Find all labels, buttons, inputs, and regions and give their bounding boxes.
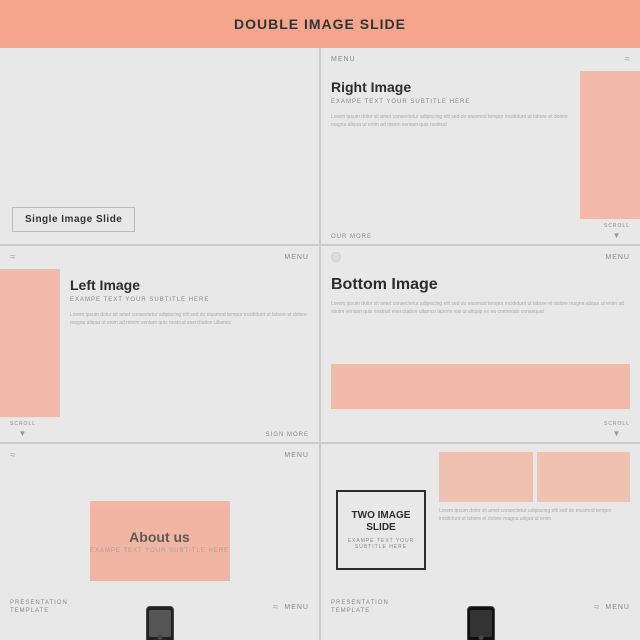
slide2-content: Right Image EXAMPE TEXT YOUR SUBTITLE HE… (321, 71, 640, 219)
slide4-scroll-label: SCROLL (604, 421, 630, 427)
slide-right-image: MENU ≈ Right Image EXAMPE TEXT YOUR SUBT… (321, 48, 640, 244)
slide4-title: Bottom Image (331, 276, 630, 294)
phone-screen-left (149, 610, 171, 637)
slide5-title: About us (129, 529, 190, 545)
slide3-menu-text: MENU (284, 254, 309, 261)
single-image-label: Single Image Slide (12, 207, 135, 232)
slide3-nav: ≈ MENU (0, 246, 319, 269)
slide3-scroll: SCROLL ▼ (10, 421, 36, 438)
bottom-left-menu: MENU (284, 604, 309, 611)
slide3-subtitle: EXAMPE TEXT YOUR SUBTITLE HERE (70, 297, 309, 303)
phone-home-left (157, 635, 162, 640)
bottom-left-label: PRESENTATION TEMPLATE (10, 600, 68, 616)
slide3-link[interactable]: SIGN MORE (266, 432, 309, 438)
phone-screen-right (470, 610, 492, 637)
slide6-body: Lorem ipsum dolor sit amet consectetur a… (439, 508, 630, 523)
slide2-link[interactable]: OUR MORE (331, 234, 372, 240)
slide4-scroll-arrow: ▼ (613, 429, 622, 438)
bottom-panel-left: PRESENTATION TEMPLATE ≈ MENU (0, 596, 319, 640)
slide5-box: About us EXAMPE TEXT YOUR SUBTITLE HERE (90, 501, 230, 581)
slide-grid: Single Image Slide MENU ≈ Right Image EX… (0, 48, 640, 640)
slide3-footer: SCROLL ▼ SIGN MORE (0, 417, 319, 442)
header-title: Double Image Slide (234, 16, 406, 32)
slide2-image (580, 71, 640, 219)
slide4-footer: SCROLL ▼ (321, 417, 640, 442)
slide2-title: Right Image (331, 79, 570, 95)
bottom-left-label-line2: TEMPLATE (10, 608, 49, 614)
slide3-text: Left Image EXAMPE TEXT YOUR SUBTITLE HER… (60, 269, 319, 417)
phone-home-right (478, 635, 483, 640)
slide6-content: TWO IMAGE SLIDE EXAMPE TEXT YOUR SUBTITL… (321, 444, 640, 615)
slide2-subtitle: EXAMPE TEXT YOUR SUBTITLE HERE (331, 99, 570, 105)
slide2-text: Right Image EXAMPE TEXT YOUR SUBTITLE HE… (321, 71, 580, 219)
bottom-right-menu: MENU (605, 604, 630, 611)
header-bar: Double Image Slide (0, 0, 640, 48)
bottom-right-wave: ≈ (594, 602, 600, 613)
slide4-content: Bottom Image Lorem ipsum dolor sit amet … (321, 268, 640, 364)
slide5-content: About us EXAMPE TEXT YOUR SUBTITLE HERE (0, 467, 319, 615)
bottom-right-label: PRESENTATION TEMPLATE (331, 600, 389, 616)
slide4-scroll: SCROLL ▼ (604, 421, 630, 438)
phone-device-right (467, 606, 495, 640)
slide3-title: Left Image (70, 277, 309, 293)
slide4-body: Lorem ipsum dolor sit amet consectetur a… (331, 300, 630, 316)
phone-device-left (146, 606, 174, 640)
slide2-scroll-label: SCROLL (604, 223, 630, 229)
slide5-nav: ≈ MENU (0, 444, 319, 467)
slide2-footer: OUR MORE SCROLL ▼ (321, 219, 640, 244)
slide5-wave-icon: ≈ (10, 450, 16, 461)
slide2-body: Lorem ipsum dolor sit amet consectetur a… (331, 113, 570, 129)
slide6-left: TWO IMAGE SLIDE EXAMPE TEXT YOUR SUBTITL… (331, 452, 431, 607)
bottom-panel-right: PRESENTATION TEMPLATE ≈ MENU (321, 596, 640, 640)
slide5-subtitle: EXAMPE TEXT YOUR SUBTITLE HERE (90, 548, 229, 554)
slide6-box-title: TWO IMAGE SLIDE (344, 510, 418, 534)
slide2-nav: MENU ≈ (321, 48, 640, 71)
slide6-img-1 (439, 452, 533, 502)
slide-left-image: ≈ MENU Left Image EXAMPE TEXT YOUR SUBTI… (0, 246, 319, 442)
bottom-left-label-line1: PRESENTATION (10, 600, 68, 606)
slide3-scroll-arrow: ▼ (19, 429, 28, 438)
slide6-img-2 (537, 452, 631, 502)
bottom-row: PRESENTATION TEMPLATE ≈ MENU PRESENTATIO… (0, 596, 640, 640)
slide3-image (0, 269, 60, 417)
slide4-nav: MENU (321, 246, 640, 268)
slide2-scroll-arrow: ▼ (613, 231, 622, 240)
slide6-images (439, 452, 630, 502)
slide3-content: Left Image EXAMPE TEXT YOUR SUBTITLE HER… (0, 269, 319, 417)
slide5-menu-text: MENU (284, 452, 309, 459)
slide3-wave-icon: ≈ (10, 252, 16, 263)
bottom-right-label-line1: PRESENTATION (331, 600, 389, 606)
slide6-right: Lorem ipsum dolor sit amet consectetur a… (439, 452, 630, 607)
slide2-scroll: SCROLL ▼ (604, 223, 630, 240)
slide-bottom-image: MENU Bottom Image Lorem ipsum dolor sit … (321, 246, 640, 442)
bottom-right-label-line2: TEMPLATE (331, 608, 370, 614)
slide3-scroll-label: SCROLL (10, 421, 36, 427)
slide-single-image: Single Image Slide (0, 48, 319, 244)
slide6-box: TWO IMAGE SLIDE EXAMPE TEXT YOUR SUBTITL… (336, 490, 426, 570)
slide4-menu-text: MENU (605, 254, 630, 261)
slide4-dot (331, 252, 341, 262)
slide4-image (331, 364, 630, 409)
bottom-left-wave: ≈ (273, 602, 279, 613)
slide6-box-subtitle: EXAMPE TEXT YOUR SUBTITLE HERE (344, 538, 418, 550)
slide2-wave-icon: ≈ (625, 54, 631, 65)
slide3-body: Lorem ipsum dolor sit amet consectetur a… (70, 311, 309, 327)
slide2-menu-text: MENU (331, 56, 356, 63)
